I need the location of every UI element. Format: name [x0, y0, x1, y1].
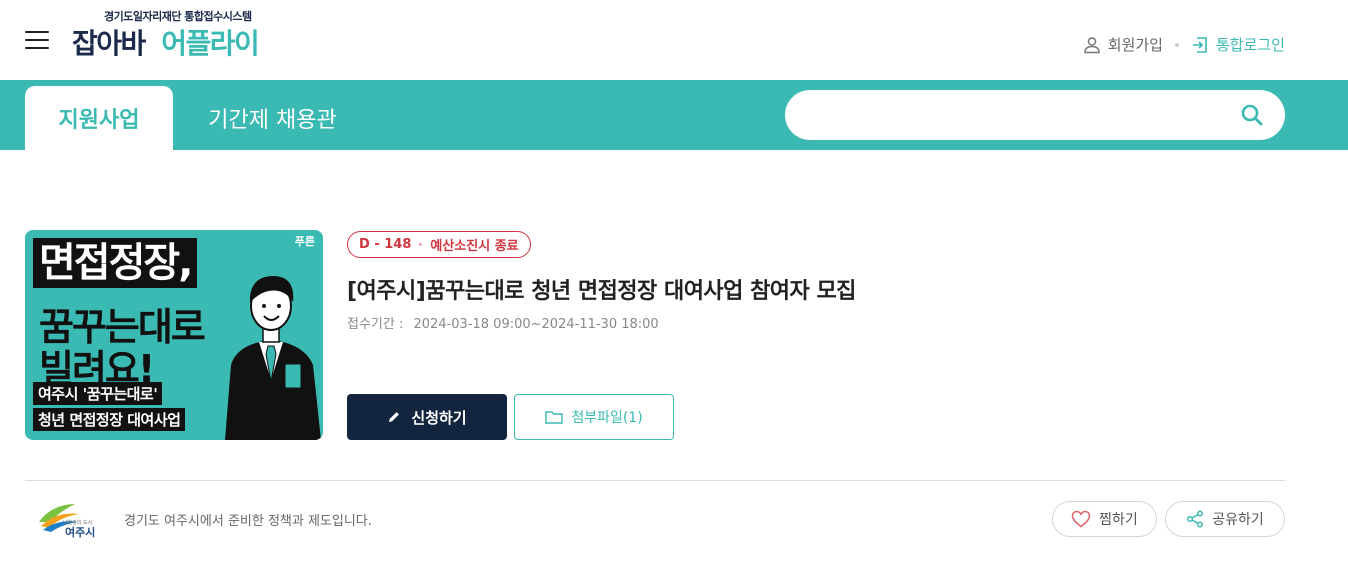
like-label: 찜하기	[1099, 512, 1138, 528]
signup-link[interactable]: 회원가입	[1083, 34, 1163, 55]
pencil-icon	[389, 412, 400, 422]
divider	[25, 480, 1285, 481]
svg-text:여주시: 여주시	[65, 525, 95, 539]
search-input[interactable]	[807, 90, 1227, 140]
menu-icon[interactable]	[25, 31, 49, 49]
application-period: 접수기간 : 2024-03-18 09:00~2024-11-30 18:00	[347, 313, 659, 332]
logo-title: 잡아바 어플라이	[72, 22, 260, 62]
status-label: 예산소진시 종료	[430, 239, 519, 254]
poster-line4: 여주시 '꿈꾸는대로'	[33, 382, 163, 405]
login-icon	[1192, 36, 1207, 53]
user-icon	[1084, 36, 1100, 53]
share-icon	[1187, 510, 1204, 528]
attachments-button[interactable]: 첨부파일(1)	[514, 394, 674, 440]
main-nav: 지원사업 기간제 채용관	[0, 80, 1348, 150]
poster-line5: 청년 면접정장 대여사업	[33, 408, 186, 431]
tab-fixed-term-jobs[interactable]: 기간제 채용관	[190, 86, 355, 150]
organization-description: 경기도 여주시에서 준비한 정책과 제도입니다.	[124, 514, 372, 529]
yeoju-city-logo: 남한강의 도시 여주시	[39, 504, 95, 539]
share-button[interactable]: 공유하기	[1165, 501, 1285, 537]
login-link[interactable]: 통합로그인	[1191, 34, 1285, 55]
apply-label: 신청하기	[411, 408, 467, 427]
attachments-label: 첨부파일(1)	[571, 410, 643, 426]
heart-icon	[1071, 510, 1091, 528]
poster-line1: 면접정장,	[33, 238, 198, 288]
program-poster-image[interactable]: 면접정장, 꿈꾸는대로 빌려요! 여주시 '꿈꾸는대로' 청년 면접정장 대여사…	[25, 230, 323, 440]
separator-dot	[1174, 42, 1179, 47]
like-button[interactable]: 찜하기	[1052, 501, 1157, 537]
share-label: 공유하기	[1212, 512, 1264, 528]
dday-label: D - 148	[359, 237, 412, 252]
folder-icon	[545, 411, 564, 424]
program-title[interactable]: [여주시]꿈꾸는대로 청년 면접정장 대여사업 참여자 모집	[347, 273, 856, 305]
period-value: 2024-03-18 09:00~2024-11-30 18:00	[413, 317, 659, 332]
apply-button[interactable]: 신청하기	[347, 394, 507, 440]
login-label: 통합로그인	[1215, 36, 1285, 54]
signup-label: 회원가입	[1107, 36, 1163, 54]
period-label: 접수기간 :	[347, 317, 404, 332]
svg-text:남한강의 도시: 남한강의 도시	[63, 519, 92, 526]
site-logo[interactable]: 경기도일자리재단 통합접수시스템 잡아바 어플라이	[72, 6, 292, 66]
logo-part2: 어플라이	[161, 27, 260, 60]
search-icon[interactable]	[1239, 102, 1265, 128]
user-links: 회원가입 통합로그인	[1083, 34, 1285, 55]
logo-part1: 잡아바	[72, 27, 146, 60]
tab-support-programs[interactable]: 지원사업	[25, 86, 173, 150]
header: 경기도일자리재단 통합접수시스템 잡아바 어플라이 회원가입 통합로그인	[0, 0, 1348, 80]
poster-brand-logo: 푸른	[294, 235, 315, 248]
suited-man-illustration	[225, 276, 321, 440]
status-badge: D - 148 예산소진시 종료	[347, 231, 531, 258]
search-box	[785, 90, 1285, 140]
